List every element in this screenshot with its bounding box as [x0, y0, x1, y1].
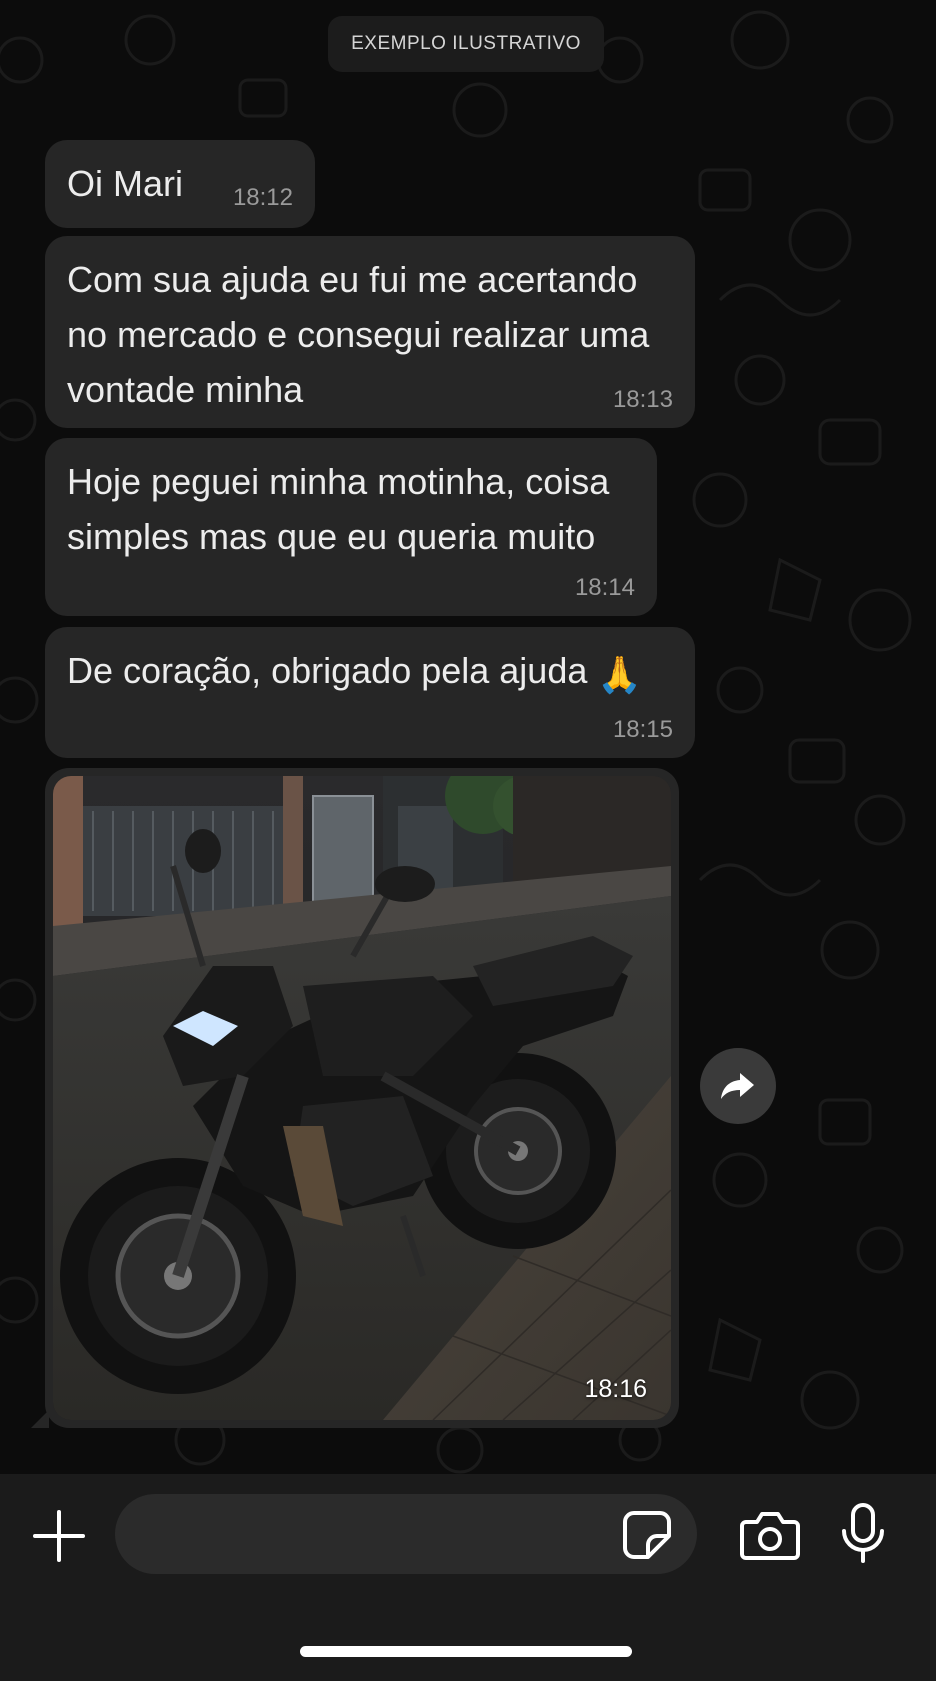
message-bubble[interactable]: Hoje peguei minha motinha, coisa simples…: [45, 438, 657, 616]
message-text: Com sua ajuda eu fui me acertando no mer…: [67, 259, 650, 410]
message-text: Hoje peguei minha motinha, coisa simples…: [67, 461, 610, 557]
forward-arrow-icon: [721, 1073, 754, 1099]
system-notice-pill: EXEMPLO ILUSTRATIVO: [328, 16, 604, 72]
microphone-icon[interactable]: [840, 1503, 886, 1565]
bubble-tail: [31, 1410, 49, 1428]
message-bubble[interactable]: De coração, obrigado pela ajuda 🙏 18:15: [45, 627, 695, 758]
home-indicator[interactable]: [300, 1646, 632, 1657]
plus-icon[interactable]: [30, 1508, 88, 1564]
message-text: De coração, obrigado pela ajuda: [67, 650, 588, 691]
message-time: 18:12: [232, 184, 293, 211]
image-message-time: 18:16: [584, 1375, 647, 1403]
message-bubble[interactable]: Oi Mari 18:12: [45, 140, 315, 228]
system-notice-text: EXEMPLO ILUSTRATIVO: [351, 33, 581, 54]
image-message-bubble[interactable]: 18:16: [31, 768, 679, 1428]
message-bubble[interactable]: Com sua ajuda eu fui me acertando no mer…: [45, 236, 695, 428]
forward-button[interactable]: [700, 1048, 776, 1124]
message-time: 18:15: [612, 716, 673, 743]
message-input[interactable]: [115, 1494, 697, 1574]
sticker-icon[interactable]: [622, 1510, 672, 1560]
motorcycle-photo-illustration: [53, 776, 671, 1420]
message-time: 18:13: [612, 386, 673, 413]
chat-area[interactable]: EXEMPLO ILUSTRATIVO Oi Mari 18:12 Com su…: [0, 0, 936, 1474]
praying-hands-emoji: 🙏: [597, 654, 643, 695]
message-time: 18:14: [574, 574, 635, 601]
motorcycle-photo[interactable]: 18:16: [53, 776, 671, 1420]
camera-icon[interactable]: [740, 1510, 800, 1560]
